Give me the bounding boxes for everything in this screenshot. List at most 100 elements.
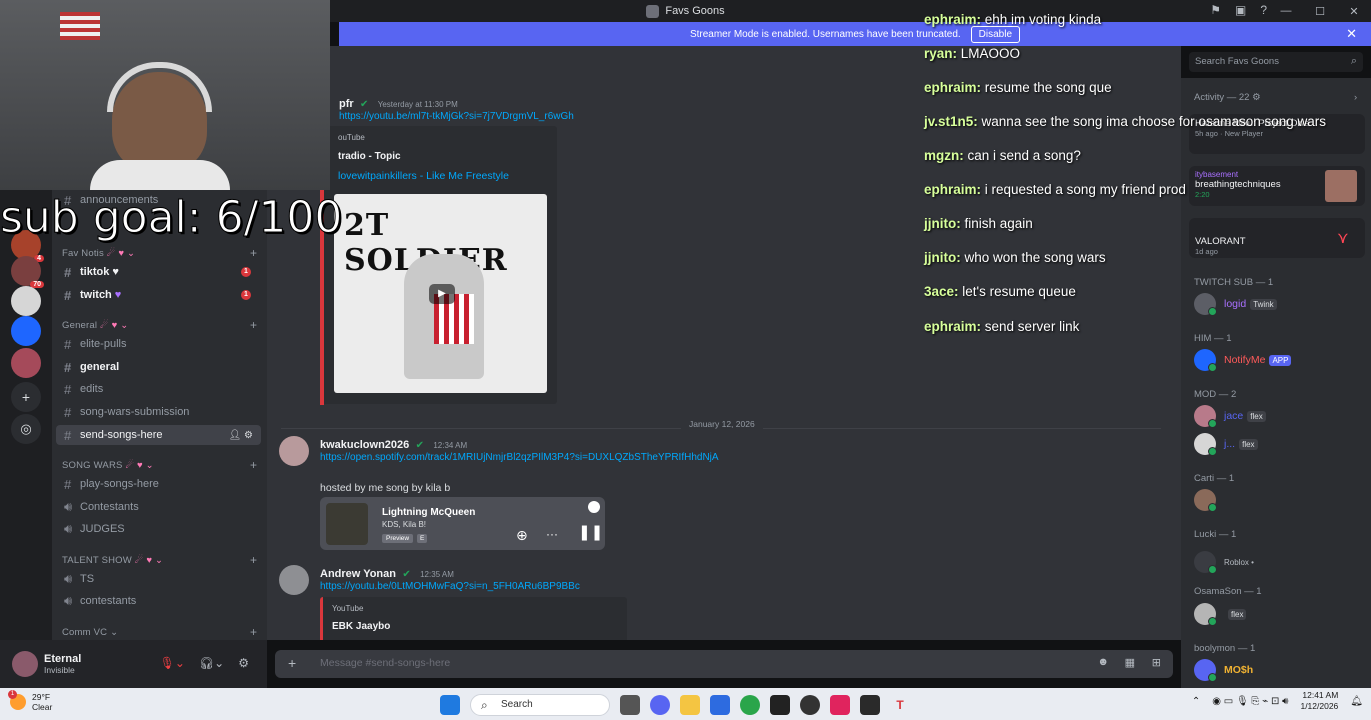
- pause-icon[interactable]: ❚❚: [578, 523, 603, 541]
- discord-icon[interactable]: [650, 695, 670, 715]
- mute-mic-icon[interactable]: 🎙︎⌄: [160, 656, 185, 670]
- close-banner-icon[interactable]: ✕: [1346, 26, 1357, 42]
- tray-icons[interactable]: ◉ ▭ 🎙︎ ⎘ ⌁ ⊡ 🔊︎: [1212, 696, 1288, 707]
- headphones-icon[interactable]: 🎧︎⌄: [199, 656, 224, 670]
- play-icon[interactable]: ▶: [429, 284, 455, 304]
- chat-message: send server link: [984, 319, 1080, 334]
- task-view-icon[interactable]: [620, 695, 640, 715]
- chrome-icon[interactable]: [740, 695, 760, 715]
- message-link[interactable]: https://youtu.be/ml7t-tkMjGk?si=7j7VDrgm…: [339, 111, 574, 122]
- speaker-icon: 🔊︎: [64, 521, 73, 536]
- message-author[interactable]: Andrew Yonan: [320, 568, 396, 580]
- member-item[interactable]: NotifyMe APP: [1194, 349, 1364, 372]
- app-t-icon[interactable]: T: [890, 695, 910, 715]
- channel-twitch[interactable]: # twitch ♥ 1: [56, 285, 261, 305]
- message-link[interactable]: https://youtu.be/0LtMOHMwFaQ?si=n_5FH0AR…: [320, 581, 580, 592]
- emoji-icon[interactable]: ☻: [1097, 656, 1109, 668]
- server-icon[interactable]: [11, 348, 41, 378]
- heart-icon: ♥: [112, 266, 119, 278]
- username[interactable]: Eternal: [44, 653, 81, 665]
- notification-bell-icon[interactable]: 🔔︎: [1350, 696, 1363, 707]
- server-icon[interactable]: [11, 316, 41, 346]
- category-talent-show[interactable]: TALENT SHOW ☄ ♥ ⌄ +: [62, 553, 257, 567]
- category-general[interactable]: General ☄ ♥ ⌄ +: [62, 318, 257, 332]
- channel-tiktok[interactable]: # tiktok ♥ 1: [56, 262, 261, 282]
- member-item[interactable]: [1194, 489, 1364, 512]
- avatar[interactable]: [12, 651, 38, 677]
- chat-user: ephraim:: [924, 319, 982, 334]
- discover-icon[interactable]: ◎: [11, 414, 41, 444]
- category-fav-notis[interactable]: Fav Notis ☄ ♥ ⌄ +: [62, 246, 257, 260]
- channel-play-songs-here[interactable]: # play-songs-here: [56, 474, 261, 494]
- chat-user: jjnito:: [924, 250, 961, 265]
- gift-icon[interactable]: ⊞: [1152, 656, 1161, 669]
- add-channel-icon[interactable]: +: [250, 246, 257, 260]
- chevron-right-icon[interactable]: ›: [1354, 92, 1357, 103]
- hash-icon: #: [64, 287, 72, 303]
- embed-title-link[interactable]: lovewitpainkillers - Like Me Freestyle: [338, 170, 509, 182]
- attach-plus-icon[interactable]: +: [288, 655, 296, 671]
- channel-edits[interactable]: # edits: [56, 379, 261, 399]
- voice-channel-contestants-2[interactable]: 🔊︎ contestants: [56, 591, 261, 611]
- start-windows-icon[interactable]: [440, 695, 460, 715]
- member-name: jace: [1224, 410, 1244, 422]
- file-explorer-icon[interactable]: [680, 695, 700, 715]
- tiktok-icon[interactable]: [830, 695, 850, 715]
- add-channel-icon[interactable]: +: [250, 553, 257, 567]
- voice-channel-judges[interactable]: 🔊︎ JUDGES: [56, 519, 261, 539]
- add-channel-icon[interactable]: +: [250, 625, 257, 639]
- album-art[interactable]: [326, 503, 368, 545]
- channel-elite-pulls[interactable]: # elite-pulls: [56, 334, 261, 354]
- message-link[interactable]: https://open.spotify.com/track/1MRIUjNmj…: [320, 452, 719, 463]
- voice-channel-ts[interactable]: 🔊︎ TS: [56, 569, 261, 589]
- add-channel-icon[interactable]: +: [250, 458, 257, 472]
- clock[interactable]: 12:41 AM 1/12/2026: [1300, 690, 1338, 712]
- message-timestamp: 12:35 AM: [420, 570, 454, 579]
- message-author[interactable]: pfr: [339, 98, 354, 110]
- member-item[interactable]: flex: [1194, 603, 1364, 626]
- member-name: MO$h: [1224, 664, 1254, 676]
- avatar[interactable]: [279, 436, 309, 466]
- member-item[interactable]: jace flex: [1194, 405, 1364, 428]
- channel-settings-icons[interactable]: 👤︎ ⚙: [229, 430, 253, 441]
- voice-channel-contestants[interactable]: 🔊︎ Contestants: [56, 497, 261, 517]
- gear-icon[interactable]: ⚙: [238, 656, 249, 670]
- member-item[interactable]: MO$h: [1194, 659, 1364, 682]
- chat-line: ryan: LMAOOO: [924, 46, 1020, 61]
- channel-label: contestants: [80, 595, 137, 607]
- tray-chevron-icon[interactable]: ⌃: [1192, 696, 1200, 707]
- server-icon[interactable]: [11, 286, 41, 316]
- youtube-embed: ouTube tradio - Topic lovewitpainkillers…: [320, 126, 557, 404]
- twitch-chat-overlay: ephraim: ehh im voting kinda ryan: LMAOO…: [924, 10, 1344, 350]
- video-thumbnail[interactable]: 2T SOLDIER ▶: [334, 194, 547, 393]
- track-artist[interactable]: KDS, Kila B!: [382, 520, 426, 529]
- member-item[interactable]: j... flex: [1194, 433, 1364, 456]
- add-icon[interactable]: ⊕: [516, 527, 528, 544]
- embed-channel[interactable]: tradio - Topic: [338, 151, 401, 162]
- add-server-icon[interactable]: +: [11, 382, 41, 412]
- avatar[interactable]: [279, 565, 309, 595]
- message-composer[interactable]: + Message #send-songs-here ☻ ▦ ⊞: [275, 650, 1173, 678]
- sticker-icon[interactable]: ▦: [1125, 656, 1135, 669]
- chat-user: mgzn:: [924, 148, 964, 163]
- category-comm-vc[interactable]: Comm VC ⌄ +: [62, 625, 257, 639]
- message-author[interactable]: kwakuclown2026: [320, 439, 409, 451]
- category-song-wars[interactable]: SONG WARS ☄ ♥ ⌄ +: [62, 458, 257, 472]
- embed-channel[interactable]: EBK Jaaybo: [332, 621, 390, 632]
- store-icon[interactable]: [710, 695, 730, 715]
- weather-widget[interactable]: 1 29°F Clear: [8, 690, 52, 712]
- add-channel-icon[interactable]: +: [250, 318, 257, 332]
- capcut-icon[interactable]: [860, 695, 880, 715]
- track-title[interactable]: Lightning McQueen: [382, 507, 475, 518]
- more-icon[interactable]: ···: [546, 527, 558, 541]
- channel-song-wars-submission[interactable]: # song-wars-submission: [56, 402, 261, 422]
- group-carti: Carti — 1: [1194, 473, 1235, 484]
- channel-label: Contestants: [80, 501, 139, 513]
- taskbar-search[interactable]: ⌕ Search: [470, 694, 610, 716]
- member-item[interactable]: Roblox •: [1194, 551, 1364, 574]
- channel-send-songs-here[interactable]: # send-songs-here 👤︎ ⚙: [56, 425, 261, 445]
- obs-icon[interactable]: [800, 695, 820, 715]
- channel-general[interactable]: # general: [56, 357, 261, 377]
- server-icon[interactable]: 70: [11, 256, 44, 288]
- epic-games-icon[interactable]: [770, 695, 790, 715]
